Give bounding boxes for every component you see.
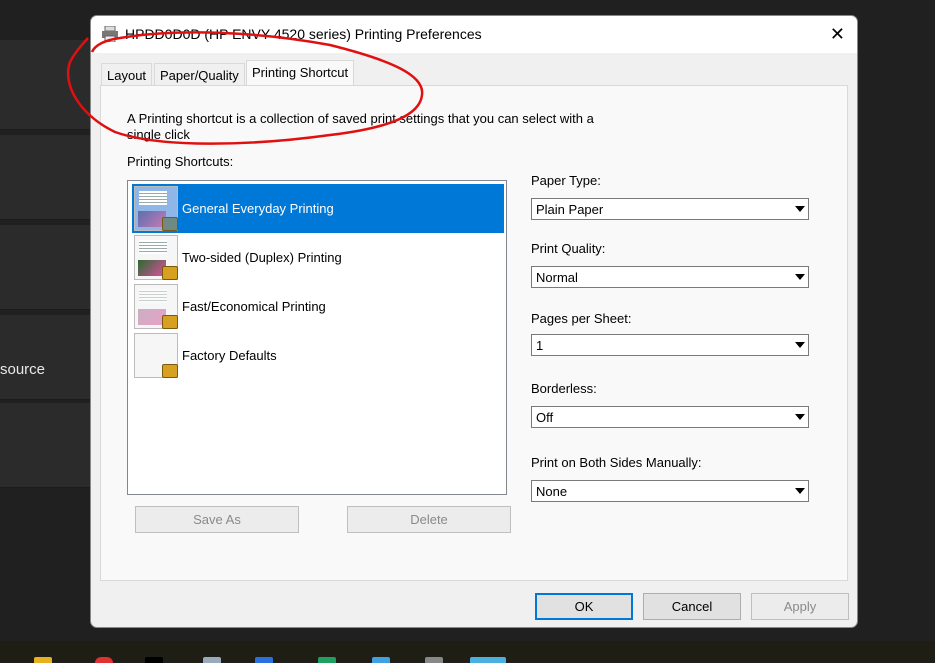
background-panel bbox=[0, 225, 90, 310]
select-value: Plain Paper bbox=[536, 202, 604, 217]
print-quality-label: Print Quality: bbox=[531, 241, 606, 256]
shortcut-label: Two-sided (Duplex) Printing bbox=[182, 250, 342, 265]
shortcuts-label: Printing Shortcuts: bbox=[127, 154, 234, 169]
printer-icon bbox=[102, 26, 118, 42]
chevron-down-icon bbox=[795, 206, 805, 212]
chevron-down-icon bbox=[795, 274, 805, 280]
save-as-button[interactable]: Save As bbox=[135, 506, 299, 533]
select-value: None bbox=[536, 484, 568, 499]
background-panel bbox=[0, 315, 90, 400]
tab-paper-quality[interactable]: Paper/Quality bbox=[154, 63, 245, 85]
tab-layout[interactable]: Layout bbox=[101, 63, 153, 85]
app-icon[interactable] bbox=[318, 657, 336, 663]
document-icon bbox=[134, 186, 178, 231]
pages-per-sheet-label: Pages per Sheet: bbox=[531, 311, 632, 326]
print-quality-select[interactable]: Normal bbox=[531, 266, 809, 288]
background-panel bbox=[0, 135, 90, 220]
printing-preferences-dialog: HPDD0D0D (HP ENVY 4520 series) Printing … bbox=[90, 15, 858, 628]
shortcut-label: Fast/Economical Printing bbox=[182, 299, 326, 314]
shortcut-item-fast-economical[interactable]: Fast/Economical Printing bbox=[132, 282, 504, 331]
chevron-down-icon bbox=[795, 414, 805, 420]
background-panel bbox=[0, 403, 90, 488]
lock-icon bbox=[162, 266, 178, 280]
select-value: Off bbox=[536, 410, 554, 425]
ok-button[interactable]: OK bbox=[535, 593, 633, 620]
both-sides-select[interactable]: None bbox=[531, 480, 809, 502]
app-icon[interactable] bbox=[425, 657, 443, 663]
lock-icon bbox=[162, 217, 178, 231]
close-button[interactable]: ✕ bbox=[830, 24, 845, 45]
borderless-select[interactable]: Off bbox=[531, 406, 809, 428]
select-value: Normal bbox=[536, 270, 578, 285]
borderless-label: Borderless: bbox=[531, 381, 597, 396]
chevron-down-icon bbox=[795, 342, 805, 348]
chrome-icon[interactable] bbox=[95, 657, 113, 663]
pages-per-sheet-select[interactable]: 1 bbox=[531, 334, 809, 356]
shortcut-item-general-everyday[interactable]: General Everyday Printing bbox=[132, 184, 504, 233]
document-icon bbox=[134, 235, 178, 280]
select-value: 1 bbox=[536, 338, 544, 353]
app-icon[interactable] bbox=[145, 657, 163, 663]
description-text: A Printing shortcut is a collection of s… bbox=[127, 111, 594, 142]
background-panel bbox=[0, 40, 90, 130]
file-explorer-icon[interactable] bbox=[34, 657, 52, 663]
taskbar bbox=[0, 641, 935, 662]
shortcut-item-two-sided[interactable]: Two-sided (Duplex) Printing bbox=[132, 233, 504, 282]
document-icon bbox=[134, 333, 178, 378]
lock-icon bbox=[162, 364, 178, 378]
shortcut-item-factory-defaults[interactable]: Factory Defaults bbox=[132, 331, 504, 380]
tab-printing-shortcut[interactable]: Printing Shortcut bbox=[246, 60, 355, 85]
delete-button[interactable]: Delete bbox=[347, 506, 511, 533]
dialog-title: HPDD0D0D (HP ENVY 4520 series) Printing … bbox=[125, 26, 482, 42]
background-text: source bbox=[0, 361, 46, 378]
app-icon[interactable] bbox=[372, 657, 390, 663]
chevron-down-icon bbox=[795, 488, 805, 494]
title-bar: HPDD0D0D (HP ENVY 4520 series) Printing … bbox=[91, 16, 857, 53]
shortcut-label: General Everyday Printing bbox=[182, 201, 334, 216]
document-icon bbox=[134, 284, 178, 329]
both-sides-label: Print on Both Sides Manually: bbox=[531, 455, 702, 470]
paper-type-label: Paper Type: bbox=[531, 173, 601, 188]
apply-button[interactable]: Apply bbox=[751, 593, 849, 620]
paper-type-select[interactable]: Plain Paper bbox=[531, 198, 809, 220]
shortcut-label: Factory Defaults bbox=[182, 348, 277, 363]
lock-icon bbox=[162, 315, 178, 329]
app-icon[interactable] bbox=[203, 657, 221, 663]
cancel-button[interactable]: Cancel bbox=[643, 593, 741, 620]
app-icon[interactable] bbox=[255, 657, 273, 663]
shortcuts-list[interactable]: General Everyday Printing Two-sided (Dup… bbox=[127, 180, 507, 495]
printer-app-icon[interactable] bbox=[470, 657, 506, 663]
